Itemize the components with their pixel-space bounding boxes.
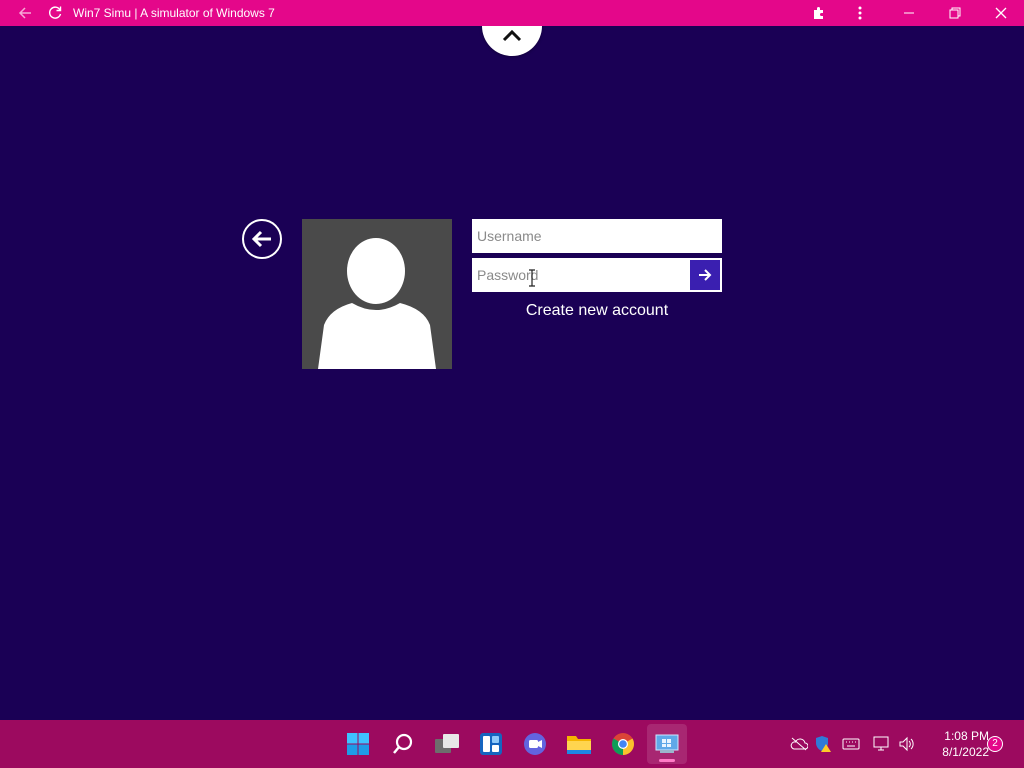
task-view-icon[interactable] xyxy=(427,724,467,764)
extensions-icon[interactable] xyxy=(808,0,830,26)
logon-screen: Create new account xyxy=(0,26,1024,720)
close-icon[interactable] xyxy=(990,0,1012,26)
taskbar: 1:08 PM 8/1/2022 xyxy=(0,720,1024,768)
create-account-link[interactable]: Create new account xyxy=(472,301,722,321)
notification-badge[interactable]: 2 xyxy=(987,736,1003,752)
search-icon[interactable] xyxy=(383,724,423,764)
submit-button[interactable] xyxy=(690,260,720,290)
clock-time: 1:08 PM xyxy=(944,729,989,743)
clock-date: 8/1/2022 xyxy=(942,745,989,759)
back-button[interactable] xyxy=(242,219,282,259)
browser-title: Win7 Simu | A simulator of Windows 7 xyxy=(73,6,275,20)
user-avatar-tile xyxy=(302,219,452,369)
widgets-icon[interactable] xyxy=(471,724,511,764)
password-field[interactable] xyxy=(472,258,722,292)
arrow-right-icon xyxy=(699,269,712,281)
browser-titlebar: Win7 Simu | A simulator of Windows 7 xyxy=(0,0,1024,26)
system-clock[interactable]: 1:08 PM 8/1/2022 xyxy=(925,728,989,760)
active-app-indicator xyxy=(659,759,675,762)
windows-start-icon[interactable] xyxy=(338,724,378,764)
file-explorer-icon[interactable] xyxy=(559,724,599,764)
onedrive-offline-icon[interactable] xyxy=(789,734,809,754)
more-icon[interactable] xyxy=(850,0,870,26)
username-input[interactable] xyxy=(473,220,721,252)
network-icon[interactable] xyxy=(872,734,892,754)
volume-icon[interactable] xyxy=(897,734,917,754)
username-field[interactable] xyxy=(472,219,722,253)
text-cursor-icon xyxy=(528,269,536,292)
arrow-left-icon xyxy=(251,230,271,248)
restore-icon[interactable] xyxy=(944,0,966,26)
default-user-icon xyxy=(318,238,436,369)
chrome-icon[interactable] xyxy=(603,724,643,764)
security-warning-icon[interactable] xyxy=(813,734,833,754)
refresh-icon[interactable] xyxy=(44,0,66,26)
collapse-lock-button[interactable] xyxy=(482,26,542,56)
keyboard-icon[interactable] xyxy=(841,734,861,754)
password-input[interactable] xyxy=(473,259,689,291)
teams-chat-icon[interactable] xyxy=(515,724,555,764)
minimize-icon[interactable] xyxy=(898,0,920,26)
back-arrow-icon[interactable] xyxy=(14,0,36,26)
win7-simu-app-icon[interactable] xyxy=(647,724,687,764)
chevron-up-icon xyxy=(502,29,522,42)
